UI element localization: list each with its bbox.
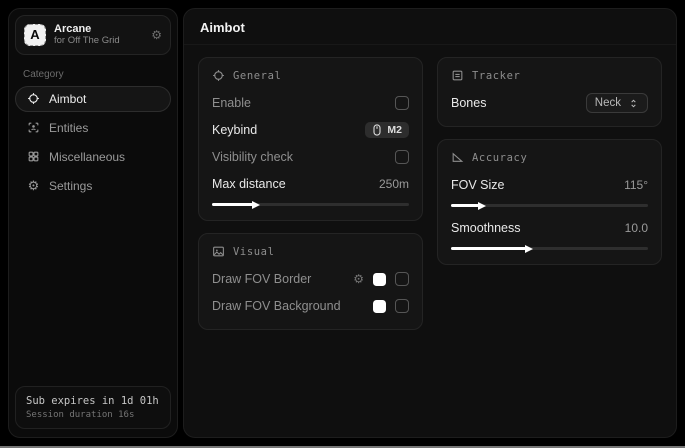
logo-card: A Arcane for Off The Grid ⚙: [15, 15, 171, 55]
slider-fill: [451, 247, 526, 250]
arcane-logo: A: [24, 24, 46, 46]
max-distance-value: 250m: [379, 177, 409, 191]
visual-card: Visual Draw FOV Border ⚙ Draw FOV Backgr…: [198, 233, 423, 330]
bones-selected-value: Neck: [595, 97, 621, 109]
draw-fov-border-label: Draw FOV Border: [212, 272, 311, 286]
sidebar-item-label: Miscellaneous: [49, 150, 125, 164]
sidebar-item-label: Entities: [49, 121, 88, 135]
slider-fill: [451, 204, 479, 207]
gear-icon[interactable]: ⚙: [353, 273, 364, 285]
image-icon: [212, 245, 225, 258]
enable-row: Enable: [212, 92, 409, 114]
smoothness-value: 10.0: [625, 221, 648, 235]
triangle-ruler-icon: [451, 151, 464, 164]
card-title: Visual: [233, 246, 275, 258]
visual-card-header: Visual: [212, 245, 409, 258]
fov-size-slider[interactable]: [451, 204, 648, 207]
bones-select[interactable]: Neck: [586, 93, 648, 113]
sidebar-item-settings[interactable]: ⚙ Settings: [15, 173, 171, 199]
fov-size-row: FOV Size 115°: [451, 174, 648, 196]
entities-scan-icon: [27, 121, 40, 134]
sidebar-item-miscellaneous[interactable]: Miscellaneous: [15, 144, 171, 170]
smoothness-label: Smoothness: [451, 221, 520, 235]
tracker-card-header: Tracker: [451, 69, 648, 82]
gear-icon[interactable]: ⚙: [151, 28, 162, 42]
draw-fov-border-row: Draw FOV Border ⚙: [212, 268, 409, 290]
app-title: Arcane: [54, 23, 143, 36]
subscription-card: Sub expires in 1d 01h Session duration 1…: [15, 386, 171, 429]
draw-fov-background-checkbox[interactable]: [395, 299, 409, 313]
accuracy-card: Accuracy FOV Size 115°: [437, 139, 662, 265]
max-distance-label: Max distance: [212, 177, 286, 191]
keybind-row: Keybind M2: [212, 119, 409, 141]
bones-label: Bones: [451, 96, 486, 110]
sidebar-item-aimbot[interactable]: Aimbot: [15, 86, 171, 112]
sidebar: A Arcane for Off The Grid ⚙ Category Aim…: [8, 8, 178, 438]
sub-expiry-text: Sub expires in 1d 01h: [26, 395, 160, 407]
crosshair-icon: [212, 69, 225, 82]
general-card: General Enable Keybind M2: [198, 57, 423, 221]
general-card-header: General: [212, 69, 409, 82]
keybind-button[interactable]: M2: [365, 122, 409, 138]
enable-label: Enable: [212, 96, 251, 110]
session-duration-text: Session duration 16s: [26, 410, 160, 420]
category-label: Category: [23, 69, 163, 80]
sidebar-item-label: Aimbot: [49, 92, 86, 106]
right-column: Tracker Bones Neck: [437, 57, 662, 265]
gear-icon: ⚙: [27, 179, 40, 192]
draw-fov-border-checkbox[interactable]: [395, 272, 409, 286]
main-panel: Aimbot General: [183, 8, 677, 438]
card-title: Accuracy: [472, 152, 527, 164]
keybind-value: M2: [387, 124, 402, 136]
fov-background-color-swatch[interactable]: [373, 300, 386, 313]
smoothness-slider-row: [451, 247, 648, 250]
max-distance-slider-row: [212, 203, 409, 206]
card-title: Tracker: [472, 70, 520, 82]
visibility-check-label: Visibility check: [212, 150, 293, 164]
page-title: Aimbot: [200, 20, 660, 35]
max-distance-slider[interactable]: [212, 203, 409, 206]
logo-text: Arcane for Off The Grid: [54, 23, 143, 47]
fov-size-value: 115°: [624, 178, 648, 192]
crosshair-icon: [27, 92, 40, 105]
enable-checkbox[interactable]: [395, 96, 409, 110]
fov-size-label: FOV Size: [451, 178, 505, 192]
smoothness-slider[interactable]: [451, 247, 648, 250]
fov-size-slider-row: [451, 204, 648, 207]
chevron-up-down-icon: [628, 98, 639, 109]
slider-thumb[interactable]: [252, 201, 260, 209]
draw-fov-background-row: Draw FOV Background: [212, 295, 409, 317]
accuracy-card-header: Accuracy: [451, 151, 648, 164]
app-subtitle: for Off The Grid: [54, 36, 143, 47]
visibility-check-row: Visibility check: [212, 146, 409, 168]
visibility-check-checkbox[interactable]: [395, 150, 409, 164]
app-window: A Arcane for Off The Grid ⚙ Category Aim…: [0, 0, 685, 438]
tracker-card: Tracker Bones Neck: [437, 57, 662, 127]
keybind-label: Keybind: [212, 123, 257, 137]
left-column: General Enable Keybind M2: [198, 57, 423, 330]
max-distance-row: Max distance 250m: [212, 173, 409, 195]
smoothness-row: Smoothness 10.0: [451, 217, 648, 239]
grid-icon: [27, 150, 40, 163]
card-title: General: [233, 70, 281, 82]
content: General Enable Keybind M2: [184, 45, 676, 342]
tracker-icon: [451, 69, 464, 82]
mouse-icon: [372, 124, 382, 136]
slider-fill: [212, 203, 253, 206]
bones-row: Bones Neck: [451, 92, 648, 114]
slider-thumb[interactable]: [478, 202, 486, 210]
main-header: Aimbot: [184, 9, 676, 45]
fov-border-color-swatch[interactable]: [373, 273, 386, 286]
sidebar-item-entities[interactable]: Entities: [15, 115, 171, 141]
sidebar-item-label: Settings: [49, 179, 92, 193]
slider-thumb[interactable]: [525, 245, 533, 253]
draw-fov-background-label: Draw FOV Background: [212, 299, 341, 313]
